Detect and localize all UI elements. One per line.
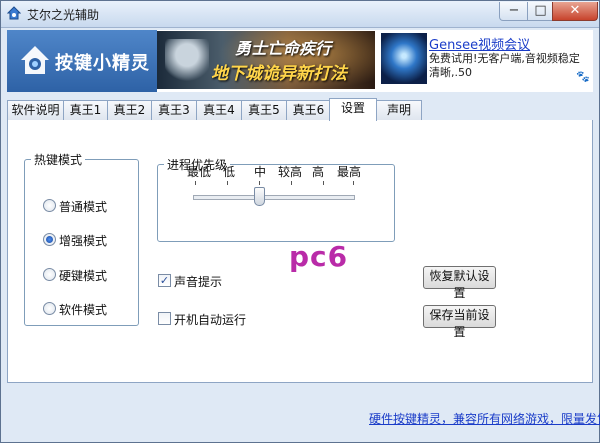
- pc6-watermark: pc6: [289, 240, 349, 273]
- hotkey-mode-group: 热键模式 普通模式 增强模式 硬键模式 软件模式: [24, 151, 139, 326]
- restore-defaults-button[interactable]: 恢复默认设置: [423, 266, 496, 300]
- ad-subheadline: 地下城诡异新打法: [211, 64, 347, 84]
- title-bar[interactable]: 艾尔之光辅助 − □ ✕: [1, 1, 599, 28]
- slider-tick: [195, 181, 196, 185]
- save-settings-button[interactable]: 保存当前设置: [423, 305, 496, 339]
- game-ad-banner[interactable]: 勇士亡命疾行 地下城诡异新打法: [157, 31, 375, 89]
- footer-promo-link[interactable]: 硬件按键精灵，兼容所有网络游戏，限量发售: [369, 410, 600, 427]
- gensee-ad-description: 免费试用!无客户端,音视频稳定清晰,.50: [429, 52, 580, 79]
- tab-zhenwang-6[interactable]: 真王6: [286, 100, 331, 120]
- ad-warrior-image: [165, 39, 209, 85]
- slider-tick: [291, 181, 292, 185]
- radio-button-selected[interactable]: [43, 233, 56, 246]
- maximize-button[interactable]: □: [527, 2, 554, 21]
- radio-button[interactable]: [43, 268, 56, 281]
- priority-label-low: 低: [223, 165, 236, 179]
- app-house-icon: [7, 6, 21, 20]
- tab-zhenwang-3[interactable]: 真王3: [151, 100, 197, 120]
- checkbox-box[interactable]: ✓: [158, 274, 171, 287]
- window-title: 艾尔之光辅助: [27, 8, 100, 22]
- tab-zhenwang-1[interactable]: 真王1: [63, 100, 108, 120]
- slider-track[interactable]: [193, 195, 355, 200]
- tab-statement[interactable]: 声明: [376, 100, 422, 120]
- house-logo-icon: [21, 46, 49, 74]
- gensee-ad-link[interactable]: Gensee视频会议: [429, 34, 530, 53]
- tab-strip: 软件说明 真王1 真王2 真王3 真王4 真王5 真王6 设置 声明: [7, 98, 593, 121]
- ad-headline: 勇士亡命疾行: [235, 39, 332, 58]
- tab-software-info[interactable]: 软件说明: [7, 100, 64, 120]
- sound-prompt-label: 声音提示: [174, 275, 223, 289]
- priority-label-above-normal: 较高: [278, 165, 303, 179]
- slider-thumb[interactable]: [254, 187, 265, 206]
- app-window: 艾尔之光辅助 − □ ✕ 按键小精灵 勇士亡命疾行 地下城诡异新打法 Gense…: [0, 0, 600, 443]
- checkbox-box[interactable]: [158, 312, 171, 325]
- tab-zhenwang-2[interactable]: 真王2: [107, 100, 152, 120]
- priority-label-highest: 最高: [337, 165, 362, 179]
- radio-label: 增强模式: [59, 234, 108, 248]
- radio-label: 普通模式: [59, 200, 108, 214]
- radio-label: 硬键模式: [59, 269, 108, 283]
- tab-zhenwang-4[interactable]: 真王4: [196, 100, 242, 120]
- hotkey-mode-legend: 热键模式: [34, 153, 83, 167]
- radio-button[interactable]: [43, 199, 56, 212]
- close-button[interactable]: ✕: [552, 2, 598, 21]
- settings-panel: 热键模式 普通模式 增强模式 硬键模式 软件模式 进程优先级 最低 低 中 较高…: [7, 120, 593, 383]
- paw-icon[interactable]: 🐾: [576, 70, 590, 83]
- priority-label-high: 高: [312, 165, 325, 179]
- priority-label-normal: 中: [254, 165, 267, 179]
- radio-button[interactable]: [43, 302, 56, 315]
- slider-tick: [323, 181, 324, 185]
- logo[interactable]: 按键小精灵: [7, 30, 157, 92]
- slider-tick: [259, 181, 260, 185]
- banner: 按键小精灵 勇士亡命疾行 地下城诡异新打法 Gensee视频会议 免费试用!无客…: [7, 30, 593, 92]
- radio-label: 软件模式: [59, 303, 108, 317]
- gensee-thumbnail[interactable]: [381, 33, 427, 84]
- tab-zhenwang-5[interactable]: 真王5: [241, 100, 287, 120]
- logo-text: 按键小精灵: [55, 53, 150, 74]
- priority-label-lowest: 最低: [187, 165, 212, 179]
- minimize-button[interactable]: −: [499, 2, 529, 21]
- slider-tick: [353, 181, 354, 185]
- autostart-label: 开机自动运行: [174, 313, 247, 327]
- tab-settings[interactable]: 设置: [329, 98, 377, 121]
- slider-tick: [227, 181, 228, 185]
